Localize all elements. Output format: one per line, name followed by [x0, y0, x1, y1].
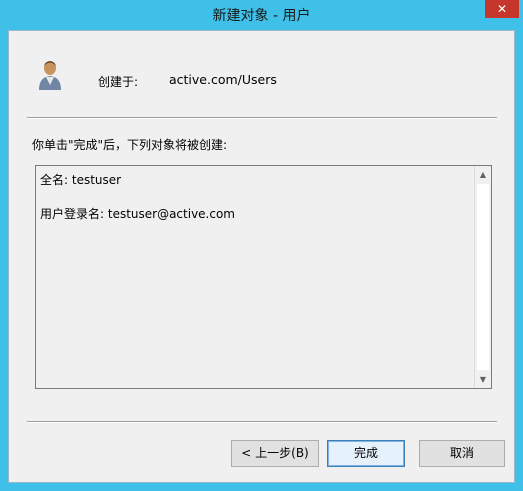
summary-content: 全名: testuser 用户登录名: testuser@active.com — [40, 172, 235, 223]
scroll-track[interactable] — [477, 184, 489, 370]
scroll-down-icon[interactable]: ▼ — [475, 371, 491, 388]
summary-full-name: 全名: testuser — [40, 173, 122, 187]
back-button[interactable]: < 上一步(B) — [231, 440, 319, 467]
title-bar[interactable]: 新建对象 - 用户 ✕ — [0, 0, 523, 30]
summary-scrollbar[interactable]: ▲ ▼ — [474, 166, 491, 388]
separator-bottom — [27, 421, 497, 423]
summary-logon-name: 用户登录名: testuser@active.com — [40, 207, 235, 221]
dialog-content: 创建于: active.com/Users 你单击"完成"后，下列对象将被创建:… — [8, 30, 515, 483]
cancel-button[interactable]: 取消 — [419, 440, 505, 467]
summary-blank-line — [40, 189, 235, 206]
finish-button[interactable]: 完成 — [327, 440, 405, 467]
window-title: 新建对象 - 用户 — [212, 8, 311, 24]
close-icon: ✕ — [496, 2, 508, 16]
separator-top — [27, 117, 497, 119]
created-in-path: active.com/Users — [169, 72, 277, 87]
close-button[interactable]: ✕ — [485, 0, 519, 18]
user-icon — [39, 61, 61, 90]
instruction-text: 你单击"完成"后，下列对象将被创建: — [32, 138, 228, 152]
scroll-up-icon[interactable]: ▲ — [475, 166, 491, 183]
summary-textbox[interactable]: 全名: testuser 用户登录名: testuser@active.com … — [35, 165, 492, 389]
created-in-label: 创建于: — [98, 75, 139, 89]
dialog-window: 新建对象 - 用户 ✕ 创建于: active.com/Users 你单击"完成… — [0, 0, 523, 491]
